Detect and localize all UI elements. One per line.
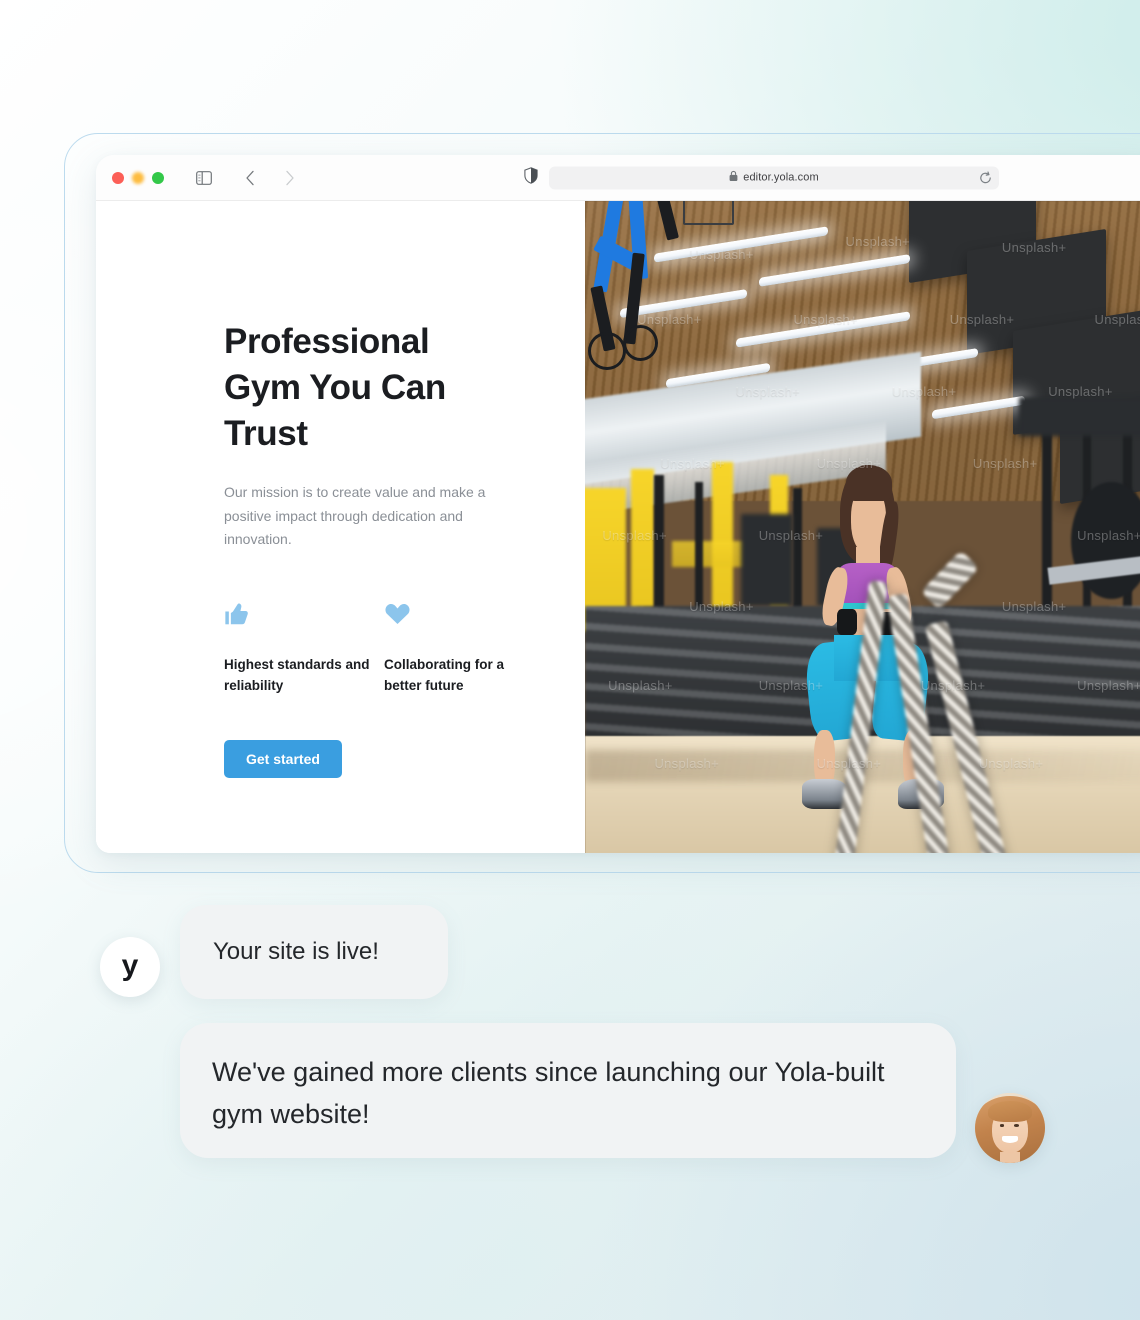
page-title: Professional Gym You Can Trust	[224, 322, 446, 453]
yola-brand-avatar: y	[100, 937, 160, 997]
feature-item: Collaborating for a better future	[384, 600, 544, 697]
get-started-button[interactable]: Get started	[224, 739, 342, 778]
lock-icon	[729, 169, 738, 187]
hero-subtitle: Our mission is to create value and make …	[224, 484, 486, 547]
chat-bubble-client: We've gained more clients since launchin…	[180, 1023, 956, 1158]
hero-photo: Unsplash+ Unsplash+ Unsplash+ Unsplash+ …	[585, 201, 1140, 853]
feature-item: Highest standards and reliability	[224, 600, 384, 697]
window-controls[interactable]	[112, 171, 164, 184]
feature-label: Highest standards and reliability	[224, 656, 370, 694]
client-avatar	[975, 1093, 1045, 1163]
back-button[interactable]	[237, 165, 263, 191]
feature-label: Collaborating for a better future	[384, 656, 505, 694]
browser-toolbar: editor.yola.com	[96, 155, 1140, 201]
heart-icon	[384, 600, 544, 630]
page-canvas: editor.yola.com Professional Gym You Can…	[0, 0, 1140, 1320]
minimize-button[interactable]	[132, 171, 144, 184]
chat-message-text: We've gained more clients since launchin…	[212, 1057, 885, 1129]
yola-logo-icon: y	[121, 949, 139, 982]
maximize-button[interactable]	[152, 171, 164, 184]
feature-list: Highest standards and reliability Collab…	[224, 600, 544, 697]
sidebar-toggle-icon[interactable]	[191, 165, 217, 191]
thumbs-up-icon	[224, 600, 384, 630]
hero-text-column: Professional Gym You Can Trust Our missi…	[96, 201, 585, 853]
chat-bubble-yola: Your site is live!	[180, 905, 448, 999]
browser-window: editor.yola.com Professional Gym You Can…	[96, 155, 1140, 853]
forward-button[interactable]	[277, 165, 303, 191]
address-bar[interactable]: editor.yola.com	[549, 166, 999, 189]
privacy-shield-icon[interactable]	[524, 166, 538, 189]
close-button[interactable]	[112, 171, 124, 184]
chat-message-text: Your site is live!	[213, 937, 379, 965]
reload-icon[interactable]	[978, 171, 992, 185]
url-text: editor.yola.com	[743, 171, 819, 184]
site-viewport: Professional Gym You Can Trust Our missi…	[96, 201, 1140, 853]
